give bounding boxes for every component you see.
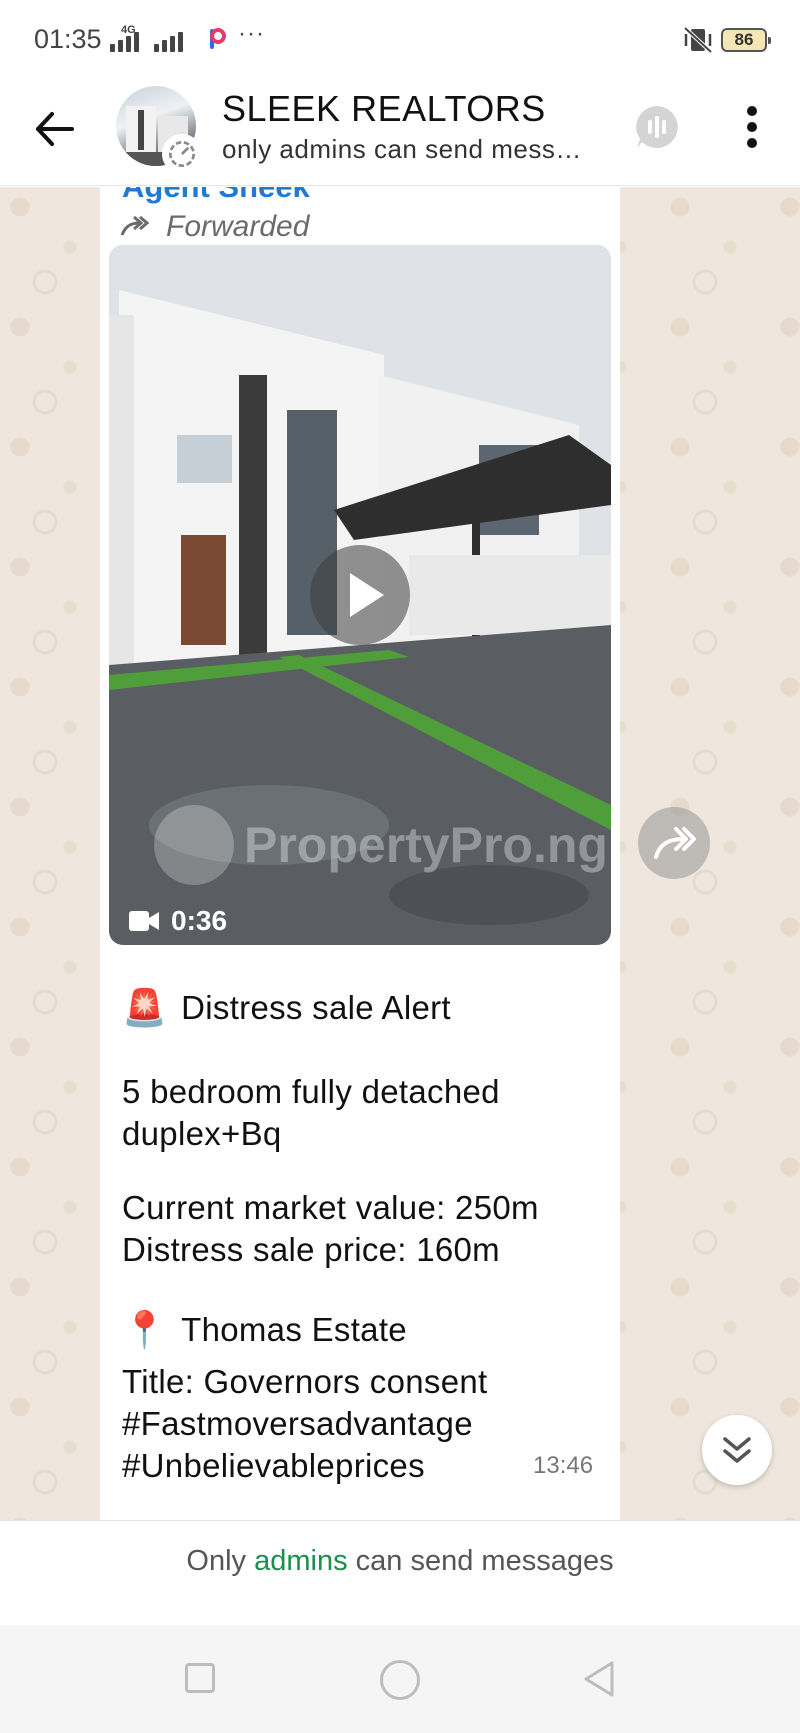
description-line-1: 5 bedroom fully detached <box>122 1073 500 1110</box>
video-thumbnail[interactable]: PropertyPro.ng 0:36 <box>109 245 611 945</box>
admins-only-notice: Only admins can send messages <box>0 1520 800 1625</box>
signal-icon <box>110 26 183 52</box>
alert-line: 🚨 Distress sale Alert <box>122 987 451 1029</box>
chat-subtitle[interactable]: only admins can send mess… <box>222 134 582 165</box>
watermark: PropertyPro.ng <box>154 805 611 885</box>
play-button[interactable] <box>310 545 410 645</box>
video-camera-icon <box>129 911 159 931</box>
video-duration-label: 0:36 <box>171 905 228 936</box>
chat-title[interactable]: SLEEK REALTORS <box>222 88 546 130</box>
siren-icon: 🚨 <box>122 987 168 1028</box>
forwarded-label: Forwarded <box>166 210 310 243</box>
system-nav-bar <box>0 1625 800 1733</box>
forwarded-indicator: Forwarded <box>120 207 309 247</box>
alert-text: Distress sale Alert <box>181 989 451 1026</box>
community-badge-icon <box>162 134 202 174</box>
description-line-2: duplex+Bq <box>122 1115 282 1152</box>
voice-chat-icon[interactable] <box>632 102 682 152</box>
admins-link[interactable]: admins <box>254 1545 348 1577</box>
notice-suffix: can send messages <box>355 1545 614 1577</box>
vibrate-icon <box>683 26 713 54</box>
message-timestamp: 13:46 <box>533 1452 594 1479</box>
message-bubble[interactable]: Agent Sheek Forwarded <box>100 187 620 1520</box>
forward-button[interactable] <box>638 807 710 879</box>
pin-icon: 📍 <box>122 1309 168 1350</box>
watermark-text: PropertyPro.ng <box>244 817 608 873</box>
chat-area[interactable]: Agent Sheek Forwarded <box>0 187 800 1520</box>
sender-name[interactable]: Agent Sheek <box>122 187 310 205</box>
status-more-icon: ··· <box>238 20 265 47</box>
title-line: Title: Governors consent <box>122 1363 488 1400</box>
status-bar: 01:35 4G ··· 86 <box>0 0 800 78</box>
status-time: 01:35 <box>34 24 102 54</box>
hashtag-link[interactable]: #Unbelievableprices <box>122 1445 425 1487</box>
watermark-logo-icon <box>154 805 234 885</box>
app-notification-icon <box>210 28 226 49</box>
location-text: Thomas Estate <box>181 1311 407 1348</box>
more-vert-icon[interactable] <box>738 102 766 152</box>
location-line: 📍 Thomas Estate <box>122 1309 407 1351</box>
notice-prefix: Only <box>186 1545 247 1577</box>
home-button[interactable] <box>380 1660 420 1700</box>
hashtag-link[interactable]: #Fastmoversadvantage <box>122 1403 473 1445</box>
chat-header: SLEEK REALTORS only admins can send mess… <box>0 78 800 186</box>
sale-price: Distress sale price: 160m <box>122 1231 500 1268</box>
scroll-down-button[interactable] <box>702 1415 772 1485</box>
forwarded-icon <box>120 215 150 236</box>
recents-button[interactable] <box>185 1663 215 1693</box>
battery-icon: 86 <box>721 28 771 52</box>
back-arrow-icon[interactable] <box>30 104 80 154</box>
market-value: Current market value: 250m <box>122 1189 539 1226</box>
video-duration: 0:36 <box>129 905 227 937</box>
nav-back-icon[interactable] <box>580 1659 620 1699</box>
